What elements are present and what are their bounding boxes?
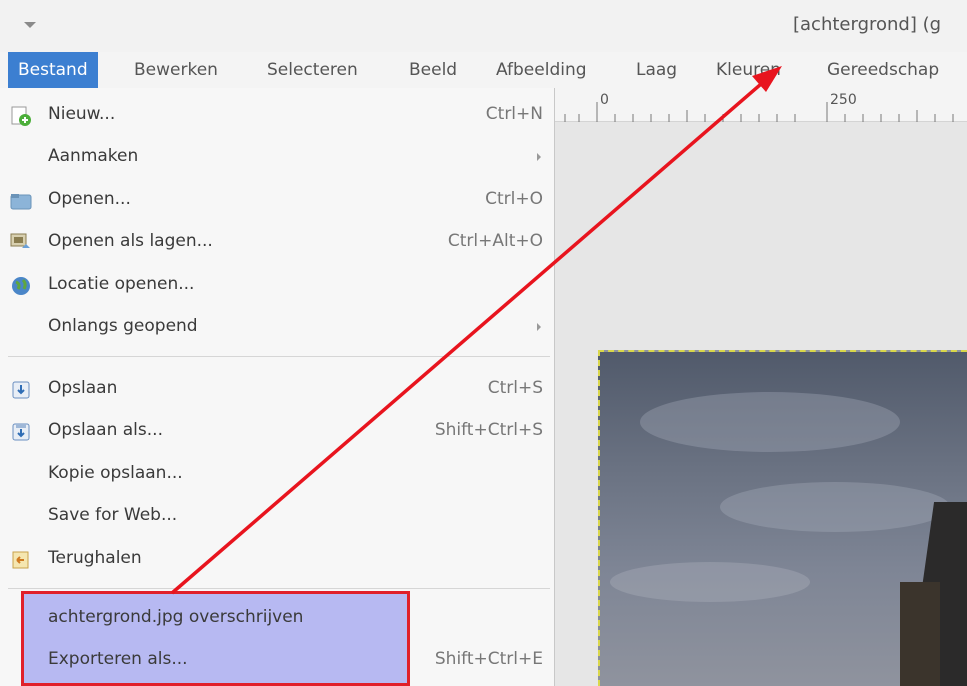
menu-item-label: Locatie openen... [48, 274, 195, 294]
menu-item-label: Opslaan [48, 378, 118, 398]
menu-item-label: Aanmaken [48, 146, 139, 166]
revert-icon [10, 549, 32, 571]
menu-item-terughalen[interactable]: Terughalen [0, 542, 555, 576]
window-menu-icon[interactable] [24, 22, 36, 28]
window-title: [achtergrond] (g [793, 14, 942, 35]
menu-item-kopie-opslaan[interactable]: Kopie opslaan... [0, 457, 555, 491]
menu-item-label: Save for Web... [48, 505, 178, 525]
menu-item-label: Nieuw... [48, 104, 116, 124]
menu-item-save-for-web[interactable]: Save for Web... [0, 499, 555, 533]
menu-item-aanmaken[interactable]: Aanmaken [0, 140, 555, 174]
menu-item-label: Openen... [48, 189, 131, 209]
menu-laag[interactable]: Laag [626, 52, 687, 88]
sky-cloud [720, 482, 950, 532]
menu-item-label: Openen als lagen... [48, 231, 213, 251]
image-canvas[interactable] [598, 350, 967, 686]
folder-icon [10, 190, 32, 212]
menu-bar: Bestand Bewerken Selecteren Beeld Afbeel… [0, 52, 967, 88]
submenu-arrow-icon [537, 323, 541, 331]
ruler-ticks [564, 102, 954, 122]
save-icon [10, 379, 32, 401]
menu-selecteren[interactable]: Selecteren [257, 52, 368, 88]
menu-item-label: Kopie opslaan... [48, 463, 183, 483]
open-as-layers-icon [10, 232, 32, 254]
menu-item-shortcut: Ctrl+Alt+O [447, 231, 543, 251]
menu-item-opslaan-als[interactable]: Opslaan als... Shift+Ctrl+S [0, 414, 555, 448]
sky-cloud [640, 392, 900, 452]
menu-kleuren[interactable]: Kleuren [706, 52, 791, 88]
new-image-icon [10, 105, 32, 127]
menu-gereedschap[interactable]: Gereedschap [817, 52, 949, 88]
title-bar: [achtergrond] (g [0, 0, 967, 52]
menu-beeld[interactable]: Beeld [399, 52, 467, 88]
horizontal-ruler: 0 250 [555, 88, 967, 122]
ruler-label-250: 250 [830, 92, 857, 108]
menu-separator [8, 588, 550, 589]
menu-item-shortcut: Shift+Ctrl+E [434, 649, 543, 669]
menu-bewerken[interactable]: Bewerken [124, 52, 228, 88]
menu-item-label: Exporteren als... [48, 649, 188, 669]
menu-item-label: Terughalen [48, 548, 142, 568]
menu-item-label: achtergrond.jpg overschrijven [48, 607, 304, 627]
menu-item-shortcut: Ctrl+N [485, 104, 543, 124]
menu-afbeelding[interactable]: Afbeelding [486, 52, 597, 88]
menu-item-locatie-openen[interactable]: Locatie openen... [0, 268, 555, 302]
ruler-label-0: 0 [600, 92, 609, 108]
menu-item-shortcut: Ctrl+O [485, 189, 543, 209]
menu-item-exporteren-als[interactable]: Exporteren als... Shift+Ctrl+E [0, 643, 555, 677]
menu-separator [8, 356, 550, 357]
save-as-icon [10, 421, 32, 443]
menu-item-shortcut: Shift+Ctrl+S [434, 420, 543, 440]
menu-item-label: Opslaan als... [48, 420, 163, 440]
menu-item-nieuw[interactable]: Nieuw... Ctrl+N [0, 98, 555, 132]
sky-cloud [610, 562, 810, 602]
menu-item-onlangs-geopend[interactable]: Onlangs geopend [0, 310, 555, 344]
menu-item-overschrijven[interactable]: achtergrond.jpg overschrijven [0, 601, 555, 635]
submenu-arrow-icon [537, 153, 541, 161]
menu-bestand[interactable]: Bestand [8, 52, 98, 88]
windmill-body [900, 582, 940, 686]
menu-item-shortcut: Ctrl+S [487, 378, 543, 398]
globe-icon [10, 275, 32, 297]
menu-item-label: Onlangs geopend [48, 316, 198, 336]
menu-item-openen[interactable]: Openen... Ctrl+O [0, 183, 555, 217]
menu-item-openen-als-lagen[interactable]: Openen als lagen... Ctrl+Alt+O [0, 225, 555, 259]
menu-item-opslaan[interactable]: Opslaan Ctrl+S [0, 372, 555, 406]
